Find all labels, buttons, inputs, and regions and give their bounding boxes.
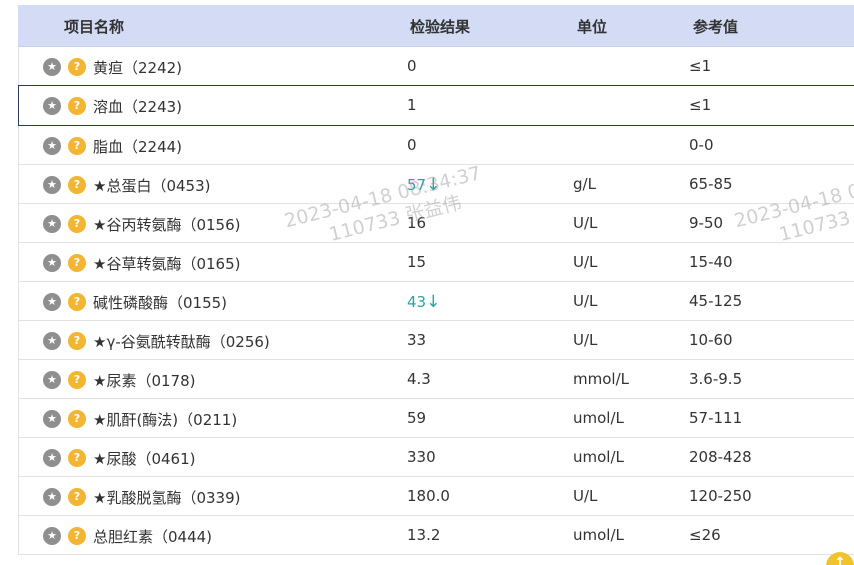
- table-row[interactable]: ★? 溶血（2243) 1 ≤1: [18, 85, 854, 126]
- unit-value: U/L: [573, 487, 598, 505]
- table-row[interactable]: ★? ★尿酸（0461) 330 umol/L 208-428: [18, 438, 854, 477]
- unit-value: U/L: [573, 214, 598, 232]
- help-icon[interactable]: ?: [68, 449, 86, 467]
- help-icon[interactable]: ?: [68, 488, 86, 506]
- help-icon[interactable]: ?: [68, 215, 86, 233]
- item-name: ★乳酸脱氢酶（0339): [93, 489, 241, 507]
- help-icon[interactable]: ?: [68, 410, 86, 428]
- table-row[interactable]: ★? 脂血（2244) 0 0-0: [18, 126, 854, 165]
- result-value: 57↓: [407, 175, 441, 195]
- unit-value: umol/L: [573, 448, 624, 466]
- reference-range: 45-125: [689, 292, 743, 310]
- reference-range: 9-50: [689, 214, 724, 232]
- star-icon[interactable]: ★: [43, 254, 61, 272]
- result-value: 330: [407, 448, 436, 466]
- item-name: ★尿素（0178): [93, 372, 196, 390]
- help-icon[interactable]: ?: [68, 176, 86, 194]
- header-result: 检验结果: [410, 18, 471, 36]
- result-value: 59: [407, 409, 427, 427]
- result-value: 4.3: [407, 370, 431, 388]
- result-value: 0: [407, 136, 417, 154]
- result-value: 33: [407, 331, 427, 349]
- reference-range: 3.6-9.5: [689, 370, 743, 388]
- lab-results-table: 项目名称 检验结果 单位 参考值 ★? 黄疸（2242) 0 ≤1 ★? 溶血（2243)…: [18, 5, 854, 555]
- header-ref: 参考值: [693, 18, 739, 36]
- star-icon[interactable]: ★: [43, 527, 61, 545]
- table-row[interactable]: ★? ★乳酸脱氢酶（0339) 180.0 U/L 120-250: [18, 477, 854, 516]
- help-icon[interactable]: ?: [68, 97, 86, 115]
- result-value: 0: [407, 57, 417, 75]
- low-arrow-icon: ↓: [426, 292, 441, 312]
- unit-value: umol/L: [573, 526, 624, 544]
- reference-range: 57-111: [689, 409, 743, 427]
- help-icon[interactable]: ?: [68, 293, 86, 311]
- table-row[interactable]: ★? ★谷草转氨酶（0165) 15 U/L 15-40: [18, 243, 854, 282]
- table-header: 项目名称 检验结果 单位 参考值: [18, 5, 854, 47]
- item-name: 总胆红素（0444): [93, 528, 213, 546]
- star-icon[interactable]: ★: [43, 293, 61, 311]
- item-name: ★尿酸（0461): [93, 450, 196, 468]
- star-icon[interactable]: ★: [43, 215, 61, 233]
- unit-value: umol/L: [573, 409, 624, 427]
- help-icon[interactable]: ?: [68, 254, 86, 272]
- low-arrow-icon: ↓: [426, 175, 441, 195]
- star-icon[interactable]: ★: [43, 449, 61, 467]
- star-icon[interactable]: ★: [43, 176, 61, 194]
- unit-value: g/L: [573, 175, 596, 193]
- reference-range: 10-60: [689, 331, 733, 349]
- table-row[interactable]: ★? ★谷丙转氨酶（0156) 16 U/L 9-50: [18, 204, 854, 243]
- star-icon[interactable]: ★: [43, 410, 61, 428]
- header-unit: 单位: [577, 18, 608, 36]
- result-value: 16: [407, 214, 427, 232]
- table-row[interactable]: ★? ★总蛋白（0453) 57↓ g/L 65-85: [18, 165, 854, 204]
- item-name: ★γ-谷氨酰转酞酶（0256): [93, 333, 270, 351]
- table-row[interactable]: ★? ★肌酐(酶法)（0211) 59 umol/L 57-111: [18, 399, 854, 438]
- help-icon[interactable]: ?: [68, 58, 86, 76]
- help-icon[interactable]: ?: [68, 371, 86, 389]
- item-name: 溶血（2243): [93, 98, 183, 116]
- item-name: 脂血（2244): [93, 138, 183, 156]
- item-name: 碱性磷酸酶（0155): [93, 294, 228, 312]
- result-value: 180.0: [407, 487, 450, 505]
- reference-range: ≤1: [689, 96, 712, 114]
- header-name: 项目名称: [64, 18, 125, 36]
- reference-range: 120-250: [689, 487, 752, 505]
- result-value: 43↓: [407, 292, 441, 312]
- reference-range: 65-85: [689, 175, 733, 193]
- unit-value: U/L: [573, 292, 598, 310]
- star-icon[interactable]: ★: [43, 137, 61, 155]
- item-name: ★总蛋白（0453): [93, 177, 211, 195]
- help-icon[interactable]: ?: [68, 527, 86, 545]
- table-row[interactable]: ★? ★γ-谷氨酰转酞酶（0256) 33 U/L 10-60: [18, 321, 854, 360]
- star-icon[interactable]: ★: [43, 58, 61, 76]
- table-row[interactable]: ★? 黄疸（2242) 0 ≤1: [18, 47, 854, 86]
- help-icon[interactable]: ?: [68, 137, 86, 155]
- reference-range: ≤1: [689, 57, 712, 75]
- star-icon[interactable]: ★: [43, 332, 61, 350]
- unit-value: U/L: [573, 253, 598, 271]
- result-value: 15: [407, 253, 427, 271]
- star-icon[interactable]: ★: [43, 488, 61, 506]
- item-name: ★谷丙转氨酶（0156): [93, 216, 241, 234]
- table-row[interactable]: ★? 总胆红素（0444) 13.2 umol/L ≤26: [18, 516, 854, 555]
- reference-range: 15-40: [689, 253, 733, 271]
- star-icon[interactable]: ★: [43, 97, 61, 115]
- table-row[interactable]: ★? 碱性磷酸酶（0155) 43↓ U/L 45-125: [18, 282, 854, 321]
- reference-range: 208-428: [689, 448, 752, 466]
- item-name: 黄疸（2242): [93, 59, 183, 77]
- unit-value: U/L: [573, 331, 598, 349]
- reference-range: 0-0: [689, 136, 714, 154]
- table-row[interactable]: ★? ★尿素（0178) 4.3 mmol/L 3.6-9.5: [18, 360, 854, 399]
- star-icon[interactable]: ★: [43, 371, 61, 389]
- item-name: ★谷草转氨酶（0165): [93, 255, 241, 273]
- result-value: 13.2: [407, 526, 441, 544]
- result-value: 1: [407, 96, 417, 114]
- help-icon[interactable]: ?: [68, 332, 86, 350]
- reference-range: ≤26: [689, 526, 721, 544]
- unit-value: mmol/L: [573, 370, 629, 388]
- table-body: ★? 黄疸（2242) 0 ≤1 ★? 溶血（2243) 1 ≤1 ★? 脂血（2244) 0 0-0…: [18, 47, 854, 555]
- item-name: ★肌酐(酶法)（0211): [93, 411, 238, 429]
